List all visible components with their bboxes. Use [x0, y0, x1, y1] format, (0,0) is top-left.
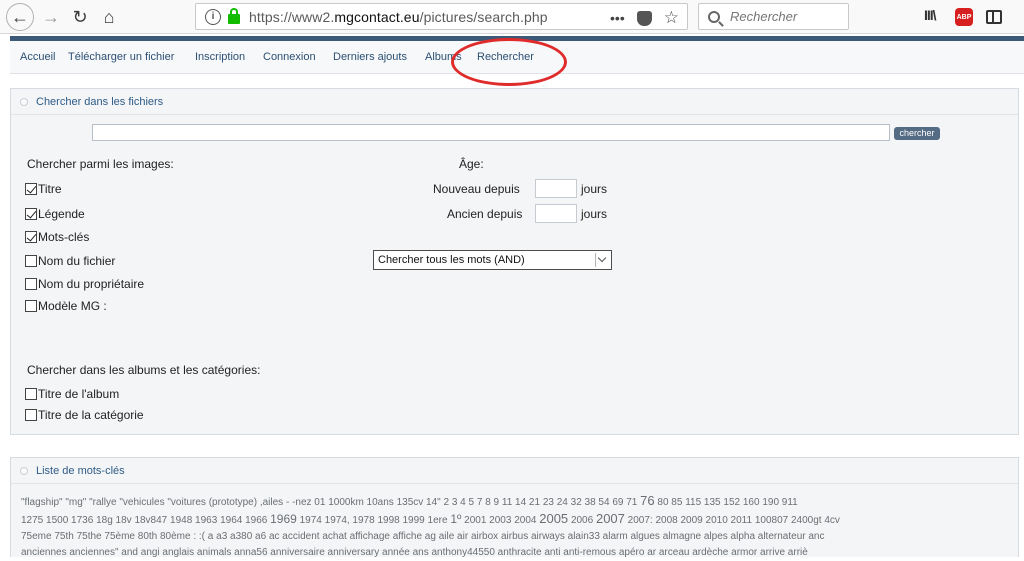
checkbox-label: Titre de la catégorie: [38, 408, 144, 422]
nav-derniers-ajouts[interactable]: Derniers ajouts: [333, 51, 407, 63]
search-panel-title: Chercher dans les fichiers: [36, 96, 164, 108]
keyword-line[interactable]: anciennes anciennes" and angi anglais an…: [21, 545, 1016, 561]
checkbox-nom-fichier[interactable]: [25, 255, 37, 267]
checkbox-titre-categorie[interactable]: [25, 409, 37, 421]
url-text[interactable]: https://www2.mgcontact.eu/pictures/searc…: [249, 9, 548, 25]
keyword-text[interactable]: 2006: [571, 515, 593, 526]
nav-inscription[interactable]: Inscription: [195, 51, 245, 63]
keyword-text[interactable]: 2007: [596, 511, 625, 526]
search-terms-input[interactable]: [92, 124, 890, 141]
pocket-icon[interactable]: [636, 10, 652, 26]
keyword-text[interactable]: 1275 1500 1736 18g 18v 18v847 1948 1963 …: [21, 515, 267, 526]
adblock-icon[interactable]: ABP: [955, 8, 973, 26]
nav-telecharger[interactable]: Télécharger un fichier: [68, 51, 174, 63]
browser-toolbar: ← → ↻ ⌂ i https://www2.mgcontact.eu/pict…: [0, 0, 1024, 34]
search-button[interactable]: chercher: [894, 127, 940, 140]
newer-days-input[interactable]: [535, 179, 577, 198]
back-icon[interactable]: ←: [6, 3, 34, 31]
checkbox-label: Nom du fichier: [38, 254, 116, 268]
chevron-down-icon: [595, 253, 609, 267]
images-heading: Chercher parmi les images:: [27, 157, 174, 171]
search-placeholder: Rechercher: [730, 9, 798, 24]
age-heading: Âge:: [459, 157, 484, 171]
browser-search-box[interactable]: Rechercher: [698, 3, 849, 30]
sidebar-icon[interactable]: [986, 10, 1002, 24]
keywords-panel-title: Liste de mots-clés: [36, 465, 125, 477]
info-icon[interactable]: i: [205, 8, 221, 25]
search-icon: [708, 10, 720, 23]
days-label: jours: [581, 207, 608, 221]
older-days-input[interactable]: [535, 204, 577, 223]
keyword-line: "flagship" "mg" "rallye "vehicules "voit…: [21, 493, 1016, 511]
checkbox-label: Nom du propriétaire: [38, 277, 145, 291]
lock-icon: [228, 7, 240, 24]
home-icon[interactable]: ⌂: [96, 4, 122, 30]
url-path: /pictures/search.php: [419, 8, 548, 25]
albums-heading: Chercher dans les albums et les catégori…: [27, 363, 261, 377]
checkbox-label: Légende: [38, 207, 85, 221]
keyword-text[interactable]: 1969: [270, 512, 297, 526]
bookmark-star-icon[interactable]: ☆: [664, 8, 679, 28]
checkbox-proprietaire[interactable]: [25, 278, 37, 290]
reload-icon[interactable]: ↻: [67, 4, 93, 30]
checkbox-label: Mots-clés: [38, 230, 90, 244]
days-label: jours: [581, 182, 608, 196]
forward-icon[interactable]: →: [38, 4, 64, 30]
bullet-icon: [20, 467, 28, 475]
checkbox-titre-album[interactable]: [25, 388, 37, 400]
checkbox-label: Titre: [38, 182, 62, 196]
keywords-panel-header: Liste de mots-clés: [11, 458, 1018, 484]
keyword-line[interactable]: 75eme 75th 75the 75ème 80th 80ème : :( a…: [21, 529, 1016, 545]
keyword-text[interactable]: 1974 1974, 1978 1998 1999 1ere: [300, 515, 448, 526]
keyword-text[interactable]: 2005: [539, 511, 568, 526]
older-label: Ancien depuis: [447, 207, 523, 221]
checkbox-label: Titre de l'album: [38, 387, 120, 401]
search-mode-select[interactable]: Chercher tous les mots (AND): [373, 250, 612, 270]
keyword-text[interactable]: 76: [640, 493, 654, 508]
keyword-line: 1275 1500 1736 18g 18v 18v847 1948 1963 …: [21, 511, 1016, 529]
search-panel: Chercher dans les fichiers chercher Cher…: [10, 88, 1019, 435]
search-mode-value: Chercher tous les mots (AND): [378, 254, 525, 266]
search-panel-header: Chercher dans les fichiers: [11, 89, 1018, 115]
keyword-text[interactable]: 2007: 2008 2009 2010 2011 100807 2400gt …: [628, 515, 840, 526]
checkbox-mots-cles[interactable]: [25, 231, 37, 243]
checkbox-titre[interactable]: [25, 183, 37, 195]
keyword-text[interactable]: 1º: [450, 512, 461, 526]
keyword-text[interactable]: 80 85 115 135 152 160 190 911: [657, 497, 797, 508]
bullet-icon: [20, 98, 28, 106]
checkbox-label: Modèle MG :: [38, 299, 107, 313]
address-bar[interactable]: i https://www2.mgcontact.eu/pictures/sea…: [195, 3, 688, 30]
more-actions-icon[interactable]: •••: [610, 10, 625, 26]
url-prefix: https://www2.: [249, 8, 335, 25]
keyword-text[interactable]: 2001 2003 2004: [464, 515, 536, 526]
keyword-cloud: "flagship" "mg" "rallye "vehicules "voit…: [21, 493, 1016, 561]
highlight-annotation: [451, 38, 567, 86]
url-domain: mgcontact.eu: [334, 8, 420, 25]
library-icon[interactable]: III\: [924, 7, 937, 23]
url-actions: ••• ☆: [610, 8, 679, 28]
newer-label: Nouveau depuis: [433, 182, 520, 196]
checkbox-legende[interactable]: [25, 208, 37, 220]
checkbox-modele-mg[interactable]: [25, 300, 37, 312]
nav-connexion[interactable]: Connexion: [263, 51, 316, 63]
keyword-text[interactable]: "flagship" "mg" "rallye "vehicules "voit…: [21, 497, 637, 508]
nav-accueil[interactable]: Accueil: [20, 51, 55, 63]
keywords-panel: Liste de mots-clés "flagship" "mg" "rall…: [10, 457, 1019, 558]
